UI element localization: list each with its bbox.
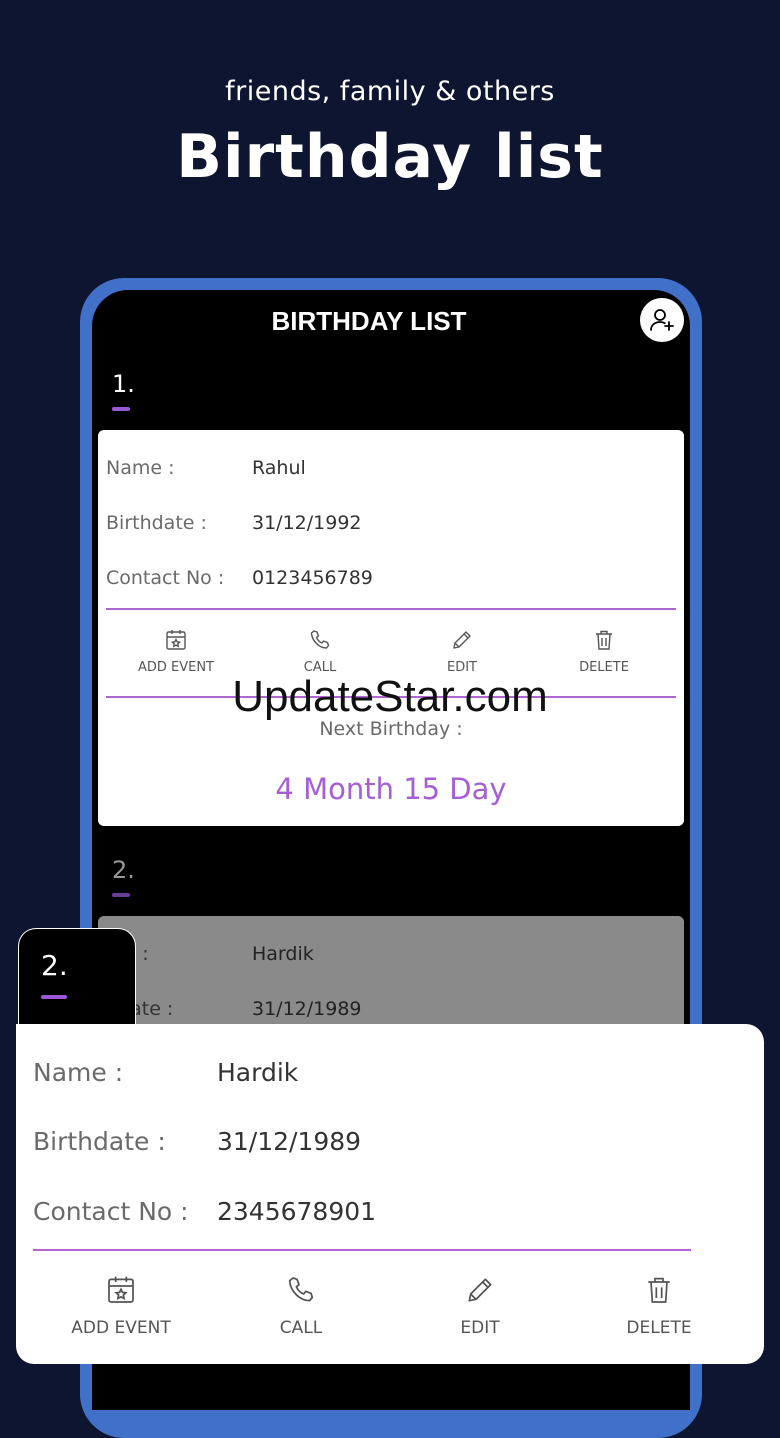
contact-label: Contact No : [33, 1197, 189, 1226]
name-value: Hardik [252, 943, 314, 965]
name-value: Hardik [217, 1058, 299, 1087]
entry-index-underline [112, 893, 130, 897]
birthdate-value: 31/12/1989 [252, 998, 362, 1020]
phone-icon [288, 1277, 314, 1302]
card-divider [33, 1249, 691, 1251]
birthdate-label: Birthdate : [106, 512, 207, 534]
add-user-button[interactable] [640, 298, 684, 342]
pencil-icon [468, 1278, 492, 1302]
entry-index: 1. [112, 370, 135, 398]
name-value: Rahul [252, 457, 306, 479]
birthdate-label: Birthdate : [33, 1127, 166, 1156]
entry-index-underline [112, 407, 130, 411]
calendar-star-icon [166, 630, 186, 650]
promo-title: Birthday list [176, 122, 604, 192]
app-title: BIRTHDAY LIST [271, 306, 467, 336]
entry-index: 2. [41, 949, 68, 982]
entry-index-underline [41, 995, 67, 999]
birthdate-value: 31/12/1992 [252, 512, 362, 534]
pencil-icon [453, 631, 471, 649]
add-event-button[interactable]: ADD EVENT [126, 628, 226, 675]
edit-button[interactable]: EDIT [415, 1274, 545, 1338]
name-label: Name : [33, 1058, 124, 1087]
add-event-label: ADD EVENT [71, 1318, 171, 1338]
call-button[interactable]: CALL [270, 628, 370, 675]
contact-value: 2345678901 [217, 1197, 377, 1226]
delete-button[interactable]: DELETE [554, 628, 654, 675]
trash-icon [648, 1277, 670, 1303]
zoom-birthday-card: Name : Hardik Birthdate : 31/12/1989 Con… [16, 1024, 764, 1364]
entry-index: 2. [112, 856, 135, 884]
add-event-button[interactable]: ADD EVENT [56, 1274, 186, 1338]
call-label: CALL [279, 1318, 323, 1338]
watermark: UpdateStar.com [232, 672, 548, 721]
calendar-star-icon [108, 1276, 134, 1303]
card-divider [106, 608, 676, 610]
edit-label: EDIT [460, 1318, 500, 1338]
edit-button[interactable]: EDIT [412, 628, 512, 675]
add-user-icon [650, 309, 674, 331]
name-label: Name : [106, 457, 175, 479]
contact-value: 0123456789 [252, 567, 373, 589]
birthday-card: Name : Rahul Birthdate : 31/12/1992 Cont… [98, 430, 684, 826]
next-birthday-countdown: 4 Month 15 Day [275, 772, 507, 806]
promo-subtitle: friends, family & others [225, 76, 555, 107]
delete-button[interactable]: DELETE [594, 1274, 724, 1338]
contact-label: Contact No : [106, 567, 225, 589]
trash-icon [596, 630, 612, 650]
birthdate-value: 31/12/1989 [217, 1127, 362, 1156]
phone-icon [310, 630, 330, 649]
call-button[interactable]: CALL [236, 1274, 366, 1338]
delete-label: DELETE [626, 1318, 692, 1338]
